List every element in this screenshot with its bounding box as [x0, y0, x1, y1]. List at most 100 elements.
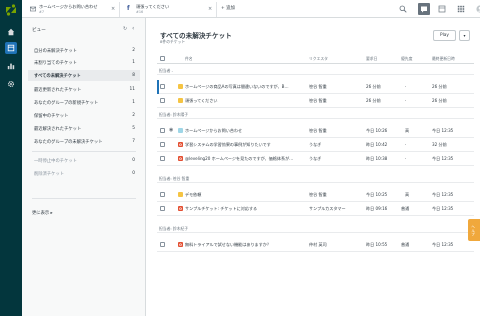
close-icon[interactable]: ×: [111, 6, 115, 12]
view-item[interactable]: 削除済チケット 0: [28, 168, 140, 179]
view-count: 2: [132, 48, 135, 53]
admin-gear-icon[interactable]: [5, 78, 17, 90]
ticket-priority: 普通: [401, 206, 410, 211]
close-icon[interactable]: ×: [208, 6, 212, 12]
tab-subtitle: #16: [136, 10, 144, 14]
view-item-selected[interactable]: すべての未解決チケット 8: [28, 70, 140, 81]
ticket-subject[interactable]: ホームページからお問い合わせ: [185, 128, 305, 134]
zendesk-logo[interactable]: [4, 3, 18, 17]
view-options-dropdown[interactable]: ▾: [459, 30, 470, 41]
ticket-requested: 26 分前: [366, 98, 381, 103]
ticket-priority: 高: [405, 192, 410, 197]
column-requested[interactable]: 要求日: [366, 56, 377, 62]
row-checkbox[interactable]: [160, 156, 165, 161]
views-panel: ビュー ↻ ‹ 自分の未解決チケット 2 未割り当てのチケット 1 すべての未解決チ…: [22, 18, 146, 316]
table-row[interactable]: O サンプルチケット: チケットに対応する サンプルカスタマー 昨日 09:16…: [157, 202, 474, 216]
ticket-updated: 26 分前: [432, 98, 447, 103]
ticket-subject[interactable]: ホームページの商品Aの写真は間違いないのですが、B…: [185, 84, 305, 90]
top-bar: ホームページからお問い合わせ #7 × f 頑張ってください #16 × + 追…: [22, 0, 480, 18]
view-item[interactable]: 最近更新されたチケット 11: [28, 84, 140, 95]
ticket-requester: 笹谷 智重: [309, 98, 327, 103]
view-item[interactable]: 自分の未解決チケット 2: [28, 45, 140, 56]
ticket-requester: うなぎ: [309, 156, 322, 161]
ticket-updated: 今日 12:35: [432, 242, 454, 247]
more-views-link[interactable]: 更に表示 ▸: [32, 210, 53, 216]
product-rail: [0, 0, 22, 316]
ticket-requested: 今日 10:26: [366, 128, 388, 133]
home-icon[interactable]: [5, 26, 17, 38]
table-row[interactable]: 頑張ってください 笹谷 智重 26 分前 - 26 分前: [157, 94, 474, 108]
ticket-requested: 昨日 10:55: [366, 242, 388, 247]
ticket-subject[interactable]: サンプルチケット: チケットに対応する: [185, 206, 305, 212]
select-all-checkbox[interactable]: [160, 56, 165, 61]
ticket-requested: 26 分前: [366, 84, 381, 89]
view-count: 7: [132, 139, 135, 144]
column-requester[interactable]: リクエスタ: [309, 56, 328, 62]
ticket-list-pane: すべての未解決チケット 8件のチケット Play ▾ 件名 リクエスタ 要求日 …: [147, 18, 480, 316]
products-grid-icon[interactable]: [455, 3, 467, 15]
view-item[interactable]: 保留中のチケット 2: [28, 110, 140, 121]
collapse-panel-icon[interactable]: ‹: [132, 25, 134, 32]
status-pending-badge: [178, 84, 183, 89]
help-button[interactable]: ヘルプ: [468, 219, 480, 241]
column-updated[interactable]: 最終更新日時: [432, 56, 455, 62]
row-checkbox[interactable]: [160, 98, 165, 103]
ticket-requester: 笹谷 智重: [309, 84, 327, 89]
view-count: 2: [132, 113, 135, 118]
reports-icon[interactable]: [5, 60, 17, 72]
add-tab-button[interactable]: + 追加: [221, 5, 235, 11]
divider: [32, 151, 136, 152]
tab-ticket-16[interactable]: f 頑張ってください #16 ×: [122, 2, 217, 17]
ticket-updated: 今日 12:35: [432, 192, 454, 197]
status-open-badge: O: [178, 206, 183, 211]
ticket-subject[interactable]: デモ依頼: [185, 192, 305, 198]
table-row[interactable]: ◉ ホームページからお問い合わせ 笹谷 智重 今日 10:26 高 今日 12:…: [157, 124, 474, 138]
tab-title: ホームページからお問い合わせ: [39, 4, 98, 9]
view-item[interactable]: 最近解決されたチケット 5: [28, 123, 140, 134]
row-checkbox[interactable]: [160, 84, 165, 89]
refresh-icon[interactable]: ↻: [123, 26, 127, 32]
ticket-requested: 今日 10:25: [366, 192, 388, 197]
apps-icon[interactable]: [436, 3, 448, 15]
ticket-subject[interactable]: 学習システムの学習効果の事例が知りたいです: [185, 142, 305, 148]
row-checkbox[interactable]: [160, 206, 165, 211]
row-checkbox[interactable]: [160, 192, 165, 197]
user-avatar-icon[interactable]: [474, 3, 480, 15]
status-pending-badge: [178, 98, 183, 103]
view-item[interactable]: あなたのグループの新規チケット 1: [28, 97, 140, 108]
status-open-badge: O: [178, 142, 183, 147]
ticket-subject[interactable]: @leveling20 ホームページを見たのですが、価格体系が…: [185, 156, 305, 162]
ticket-priority: -: [405, 84, 407, 89]
views-icon[interactable]: [5, 42, 17, 54]
divider: [32, 198, 136, 199]
table-row[interactable]: O 学習システムの学習効果の事例が知りたいです うなぎ 昨日 10:42 - 3…: [157, 138, 474, 152]
ticket-requester: サンプルカスタマー: [309, 206, 346, 211]
view-item[interactable]: あなたのグループの未解決チケット 7: [28, 136, 140, 147]
ticket-requester: うなぎ: [309, 142, 322, 147]
column-priority[interactable]: 優先度: [401, 56, 412, 62]
row-checkbox[interactable]: [160, 242, 165, 247]
view-count: 11: [129, 87, 135, 92]
table-row[interactable]: O @leveling20 ホームページを見たのですが、価格体系が… うなぎ 昨…: [157, 152, 474, 166]
search-icon[interactable]: [397, 3, 409, 15]
view-item[interactable]: 一時停止中のチケット 0: [28, 155, 140, 166]
table-row[interactable]: ホームページの商品Aの写真は間違いないのですが、B… 笹谷 智重 26 分前 -…: [157, 80, 474, 94]
column-subject[interactable]: 件名: [185, 56, 193, 62]
ticket-subject[interactable]: 頑張ってください: [185, 98, 305, 104]
row-checkbox[interactable]: [160, 128, 165, 133]
status-open-badge: O: [178, 156, 183, 161]
table-row[interactable]: デモ依頼 笹谷 智重 今日 10:25 高 今日 12:35: [157, 188, 474, 202]
table-header: 件名 リクエスタ 要求日 優先度 最終更新日時: [157, 53, 474, 64]
ticket-subject[interactable]: 無料トライアルで試せない機能はありますか？: [185, 242, 305, 248]
tab-ticket-7[interactable]: ホームページからお問い合わせ #7 ×: [25, 2, 120, 17]
conversations-icon[interactable]: [418, 3, 430, 15]
ticket-priority: -: [405, 142, 407, 147]
view-count: 0: [132, 171, 135, 176]
play-button[interactable]: Play: [433, 30, 456, 41]
status-pending-badge: [178, 192, 183, 197]
table-row[interactable]: O 無料トライアルで試せない機能はありますか？ 仲村 英司 昨日 10:55 普…: [157, 238, 474, 252]
row-checkbox[interactable]: [160, 142, 165, 147]
ticket-priority: 高: [405, 128, 410, 133]
ticket-updated: 今日 12:35: [432, 128, 454, 133]
view-item[interactable]: 未割り当てのチケット 1: [28, 57, 140, 68]
